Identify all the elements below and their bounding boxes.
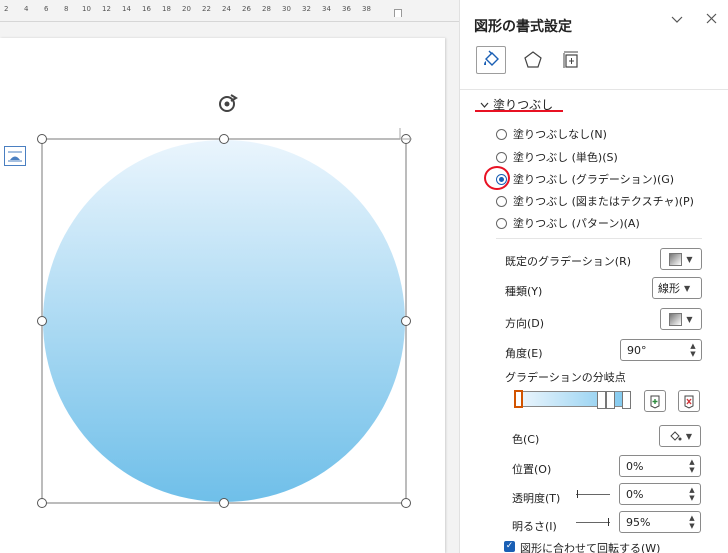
remove-gradient-stop-button[interactable] [678, 390, 700, 412]
rotate-with-shape-checkbox[interactable]: ✓ [504, 541, 515, 552]
paint-bucket-icon [670, 431, 682, 441]
tab-size-properties[interactable] [556, 46, 586, 74]
chevron-down-icon [480, 102, 489, 108]
resize-handle-right[interactable] [401, 316, 411, 326]
layout-options-button[interactable] [4, 146, 26, 166]
color-picker-button[interactable]: ▼ [659, 425, 701, 447]
layout-options-icon [8, 151, 22, 162]
gradient-type-value: 線形 [658, 282, 680, 295]
tab-fill-line[interactable] [476, 46, 506, 74]
pane-title: 図形の書式設定 [474, 19, 572, 35]
radio-solid-fill[interactable]: 塗りつぶし (単色)(S) [496, 148, 618, 166]
shape-canvas [37, 94, 412, 508]
angle-label: 角度(E) [505, 347, 543, 360]
spinner-icon[interactable]: ▲ ▼ [689, 342, 697, 358]
gradient-circle-shape[interactable] [43, 140, 405, 502]
angle-input[interactable]: 90° ▲ ▼ [620, 339, 702, 361]
radio-picture-fill[interactable]: 塗りつぶし (図またはテクスチャ)(P) [496, 192, 694, 210]
direction-swatch-icon [669, 312, 683, 326]
resize-handle-bottom-right[interactable] [401, 498, 411, 508]
transparency-value: 0% [626, 487, 644, 501]
highlight-underline [475, 110, 563, 112]
chevron-down-icon: ▼ [686, 314, 693, 324]
resize-handle-top-left[interactable] [37, 134, 47, 144]
radio-button[interactable] [496, 195, 507, 207]
gradient-stops-label: グラデーションの分岐点 [505, 371, 626, 384]
radio-label: 塗りつぶし (パターン)(A) [513, 217, 640, 230]
chevron-down-icon: ▼ [684, 283, 691, 293]
preset-gradient-dropdown[interactable]: ▼ [660, 248, 702, 270]
position-value: 0% [626, 459, 644, 473]
tab-effects[interactable] [518, 46, 548, 74]
radio-button[interactable] [496, 151, 507, 163]
highlight-circle [484, 166, 510, 190]
chevron-down-icon: ▼ [686, 254, 693, 264]
radio-gradient-fill[interactable]: 塗りつぶし (グラデーション)(G) [496, 170, 674, 188]
document-area: 2 4 6 8 10 12 14 16 18 20 22 24 26 28 30… [0, 0, 459, 553]
gradient-stop[interactable] [622, 391, 631, 409]
pane-close-icon[interactable] [702, 12, 720, 28]
add-stop-icon [650, 395, 660, 409]
radio-button[interactable] [496, 128, 507, 140]
remove-stop-icon [684, 395, 694, 409]
direction-dropdown[interactable]: ▼ [660, 308, 702, 330]
brightness-value: 95% [626, 515, 651, 529]
radio-label: 塗りつぶし (図またはテクスチャ)(P) [513, 195, 694, 208]
radio-label: 塗りつぶし (グラデーション)(G) [513, 173, 675, 186]
add-gradient-stop-button[interactable] [644, 390, 666, 412]
paint-bucket-icon [484, 50, 499, 66]
gradient-stop-selected[interactable] [514, 390, 523, 408]
radio-button[interactable] [496, 217, 507, 229]
resize-handle-top[interactable] [219, 134, 229, 144]
preset-gradient-label: 既定のグラデーション(R) [505, 255, 632, 268]
rotate-with-shape-label: 図形に合わせて回転する(W) [520, 542, 661, 553]
radio-no-fill[interactable]: 塗りつぶしなし(N) [496, 125, 607, 143]
transparency-input[interactable]: 0% ▲ ▼ [619, 483, 701, 505]
resize-handle-bottom-left[interactable] [37, 498, 47, 508]
pentagon-icon [524, 51, 542, 68]
pane-separator [460, 89, 728, 90]
chevron-down-icon: ▼ [685, 431, 693, 441]
resize-handle-left[interactable] [37, 316, 47, 326]
transparency-label: 透明度(T) [512, 492, 561, 505]
size-properties-icon [563, 51, 578, 68]
pane-options-chevron-icon[interactable] [668, 12, 686, 28]
angle-value: 90° [627, 343, 647, 357]
brightness-input[interactable]: 95% ▲ ▼ [619, 511, 701, 533]
position-input[interactable]: 0% ▲ ▼ [619, 455, 701, 477]
radio-pattern-fill[interactable]: 塗りつぶし (パターン)(A) [496, 214, 640, 232]
rotate-handle-icon[interactable] [219, 94, 238, 112]
direction-label: 方向(D) [505, 317, 545, 330]
transparency-slider-thumb[interactable] [577, 490, 578, 498]
app-window: 2 4 6 8 10 12 14 16 18 20 22 24 26 28 30… [0, 0, 728, 553]
gradient-type-label: 種類(Y) [505, 285, 543, 298]
brightness-slider-thumb[interactable] [608, 518, 609, 526]
radio-label: 塗りつぶし (単色)(S) [513, 151, 618, 164]
brightness-label: 明るさ(I) [512, 520, 557, 533]
resize-handle-bottom[interactable] [219, 498, 229, 508]
spinner-icon[interactable]: ▲ ▼ [688, 486, 696, 502]
brightness-slider[interactable] [576, 522, 610, 523]
gradient-stop[interactable] [606, 391, 615, 409]
spinner-icon[interactable]: ▲ ▼ [688, 514, 696, 530]
transparency-slider[interactable] [576, 494, 610, 495]
spinner-icon[interactable]: ▲ ▼ [688, 458, 696, 474]
section-divider [496, 238, 702, 239]
radio-label: 塗りつぶしなし(N) [513, 128, 607, 141]
position-label: 位置(O) [512, 463, 552, 476]
gradient-type-select[interactable]: 線形 ▼ [652, 277, 702, 299]
gradient-stop[interactable] [597, 391, 606, 409]
gradient-swatch-icon [669, 252, 683, 266]
color-label: 色(C) [512, 433, 540, 446]
